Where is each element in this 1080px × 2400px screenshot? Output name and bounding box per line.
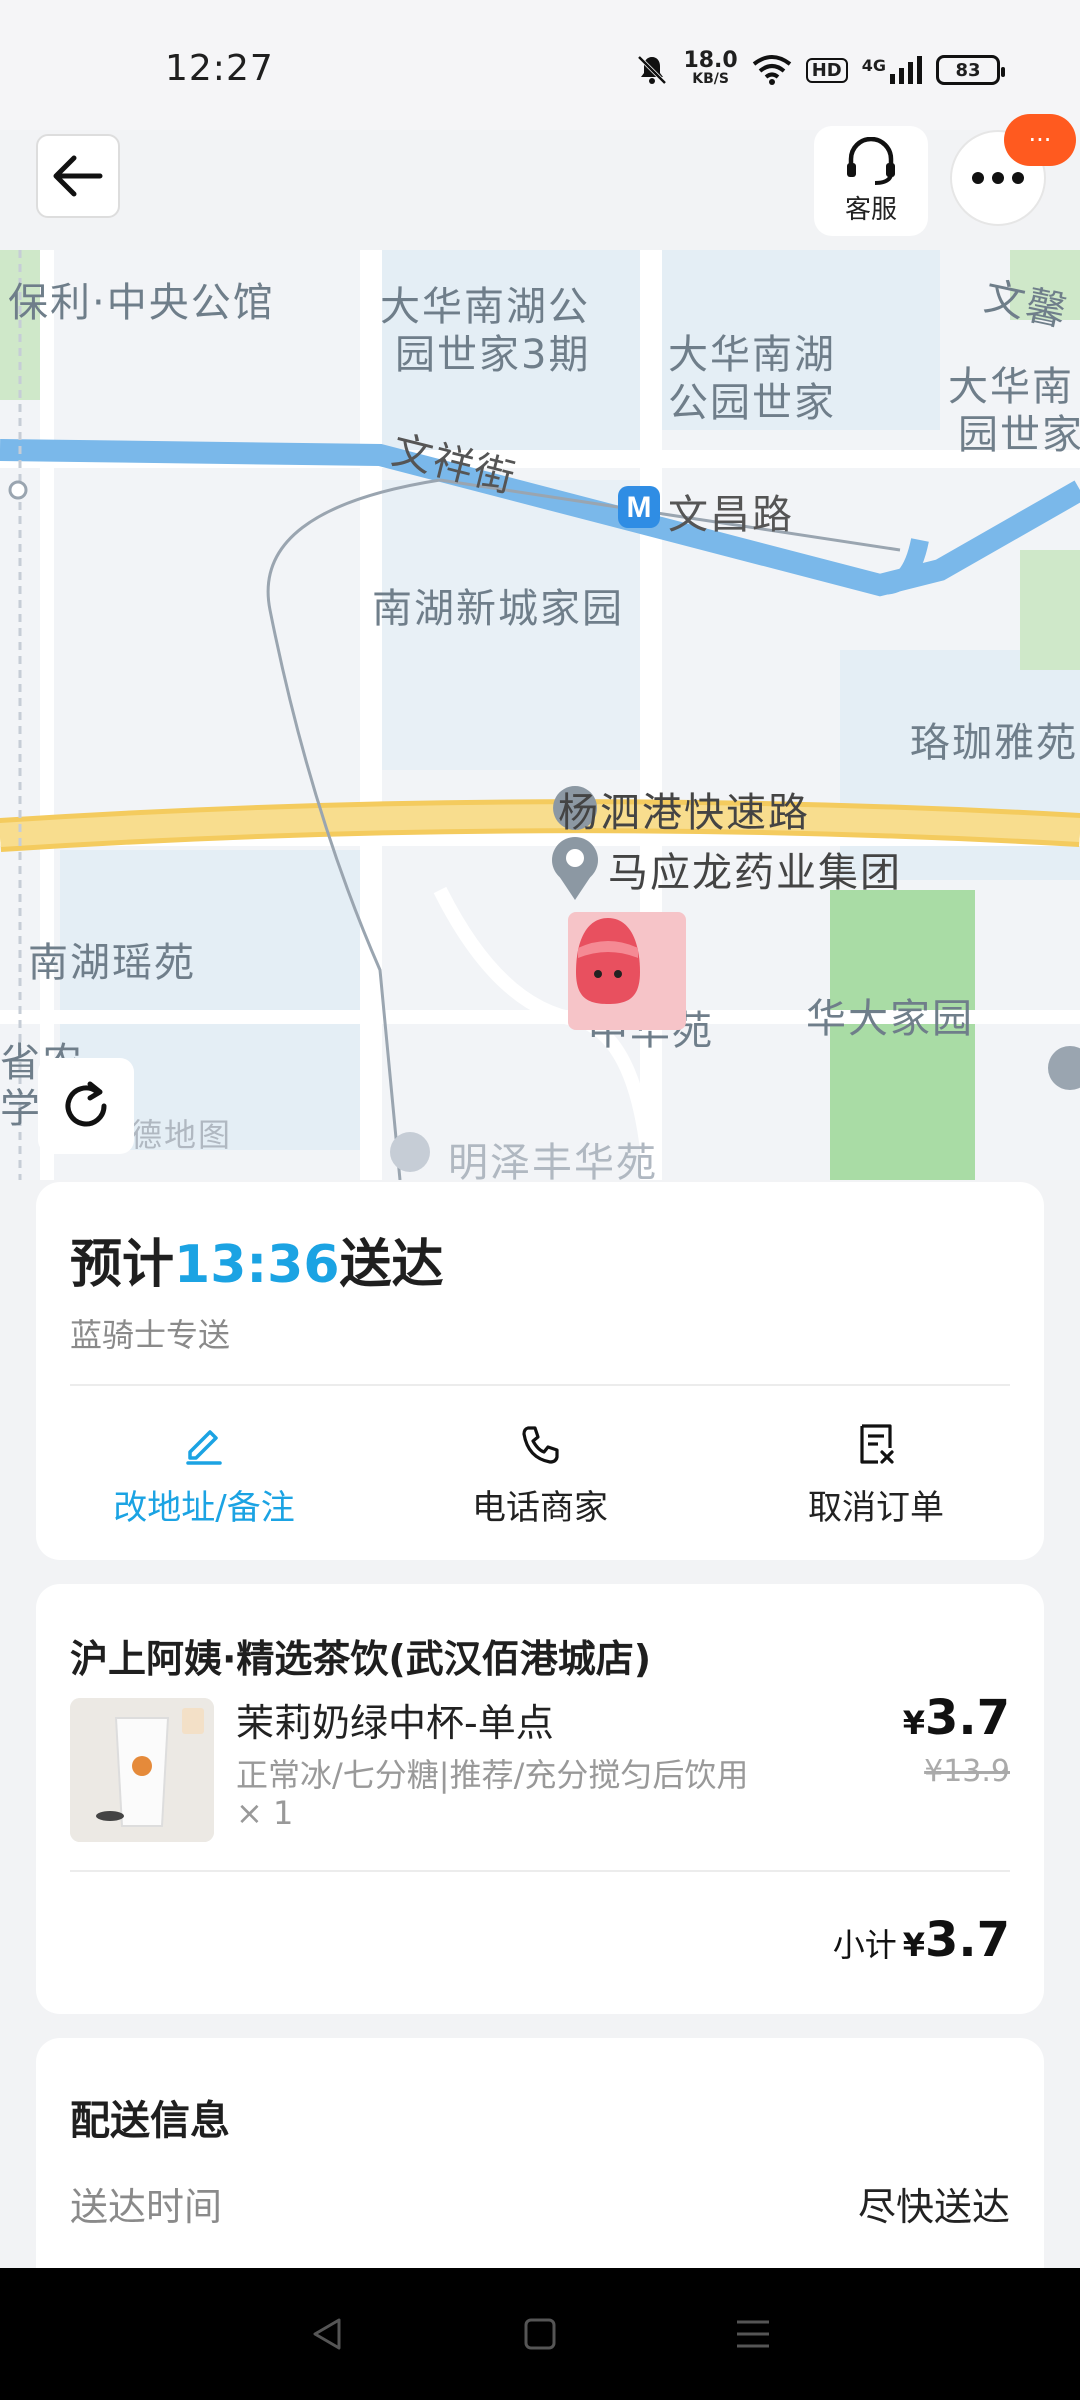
battery-level: 83 [955, 59, 981, 81]
map-attribution: 德地图 [130, 1116, 233, 1154]
back-nav-icon[interactable] [307, 2314, 347, 2354]
rider-avatar-icon [576, 918, 640, 1004]
delivery-time-value: 尽快送达 [857, 2185, 1010, 2229]
notification-badge: ··· [1004, 114, 1076, 166]
refresh-icon [65, 1081, 107, 1127]
status-icons: 18.0 KB/S HD 4G 83 [635, 48, 1005, 88]
eta-time: 13:36 [174, 1235, 340, 1295]
order-card: 沪上阿姨·精选茶饮(武汉佰港城店) 茉莉奶绿中杯-单点 正常冰/七分糖|推荐/充… [36, 1584, 1044, 2014]
subtotal: 小计 ¥3.7 [833, 1912, 1010, 1968]
eta-card: 预计13:36送达 蓝骑士专送 改地址/备注 电话商家 取消订单 [36, 1182, 1044, 1560]
map-metro-label: 文昌路 [668, 492, 794, 538]
rider-marker[interactable] [568, 912, 686, 1030]
battery-icon: 83 [936, 55, 1005, 85]
call-merchant-button[interactable]: 电话商家 [372, 1422, 708, 1529]
divider [70, 1384, 1010, 1386]
wifi-icon [752, 55, 791, 85]
item-spec: 正常冰/七分糖|推荐/充分搅匀后饮用 [236, 1756, 749, 1794]
mute-bell-icon [638, 55, 667, 85]
menu-nav-icon[interactable] [733, 2314, 773, 2354]
eta-suffix: 送达 [339, 1235, 444, 1295]
subtotal-value: 3.7 [924, 1912, 1010, 1968]
currency-symbol: ¥ [902, 1704, 925, 1742]
delivery-info-title: 配送信息 [70, 2098, 230, 2144]
change-address-button[interactable]: 改地址/备注 [36, 1422, 372, 1529]
original-price: ¥13.9 [924, 1754, 1010, 1789]
subtotal-label: 小计 [832, 1926, 897, 1964]
refresh-map-button[interactable] [38, 1058, 134, 1154]
back-button[interactable] [36, 134, 120, 218]
change-address-label: 改地址/备注 [113, 1488, 295, 1528]
more-dots-icon [972, 172, 1024, 184]
network-speed: 18.0 KB/S [683, 48, 738, 88]
map-label: 保利·中央公馆 [8, 280, 275, 326]
map-label: 华大家园 [806, 996, 974, 1042]
eta-title: 预计13:36送达 [70, 1222, 444, 1297]
speed-unit: KB/S [692, 71, 729, 87]
shop-name[interactable]: 沪上阿姨·精选茶饮(武汉佰港城店) [70, 1628, 651, 1683]
cancel-document-icon [860, 1424, 894, 1464]
order-actions: 改地址/备注 电话商家 取消订单 [36, 1422, 1044, 1529]
call-merchant-label: 电话商家 [472, 1488, 608, 1528]
home-nav-icon[interactable] [520, 2314, 560, 2354]
arrow-left-icon [53, 155, 103, 197]
eta-prefix: 预计 [70, 1235, 175, 1295]
pencil-icon [186, 1430, 222, 1465]
map-label: 珞珈雅苑 [910, 720, 1078, 766]
map-poi-label: 马应龙药业集团 [608, 850, 902, 896]
currency-symbol: ¥ [902, 1926, 925, 1964]
map-label: 明泽丰华苑 [448, 1140, 658, 1180]
delivery-time-label: 送达时间 [70, 2185, 223, 2229]
network-type: 4G [861, 56, 886, 75]
headset-icon [847, 136, 895, 185]
status-bar: 12:27 18.0 KB/S HD 4G 83 [0, 0, 1080, 130]
item-name: 茉莉奶绿中杯-单点 [236, 1701, 554, 1745]
customer-service-button[interactable]: 客服 [814, 126, 928, 236]
cancel-order-button[interactable]: 取消订单 [708, 1422, 1044, 1529]
map-label: 园世家 [958, 412, 1080, 458]
svg-text:M: M [627, 491, 652, 524]
map-road-label: 杨泗港快速路 [558, 790, 810, 836]
divider [70, 1870, 1010, 1872]
price-value: 3.7 [924, 1690, 1010, 1746]
item-quantity: × 1 [236, 1794, 294, 1832]
map-label: 南湖瑶苑 [28, 940, 196, 986]
customer-service-label: 客服 [844, 194, 897, 225]
map-label: 公园世家 [668, 380, 836, 426]
order-tracking-page: 12:27 18.0 KB/S HD 4G 83 M 保利·中央公馆 大华南湖公… [0, 0, 1080, 2400]
milk-tea-cup-icon [70, 1698, 214, 1842]
phone-icon [522, 1426, 559, 1464]
delivery-service: 蓝骑士专送 [70, 1316, 231, 1354]
item-price: ¥3.7 [903, 1690, 1010, 1746]
speed-value: 18.0 [683, 48, 738, 73]
map-label: 学 [0, 1086, 42, 1132]
map-label: 南湖新城家园 [372, 586, 624, 632]
map-label: 园世家3期 [395, 332, 591, 378]
delivery-map[interactable]: M 保利·中央公馆 大华南湖公 园世家3期 大华南湖 公园世家 大华南 园世家 … [0, 250, 1080, 1180]
cancel-order-label: 取消订单 [808, 1488, 944, 1528]
system-navigation-bar [0, 2268, 1080, 2400]
product-image[interactable] [70, 1698, 214, 1842]
signal-icon: 4G [862, 56, 922, 84]
status-time: 12:27 [165, 48, 274, 89]
hd-badge: HD [805, 57, 848, 83]
